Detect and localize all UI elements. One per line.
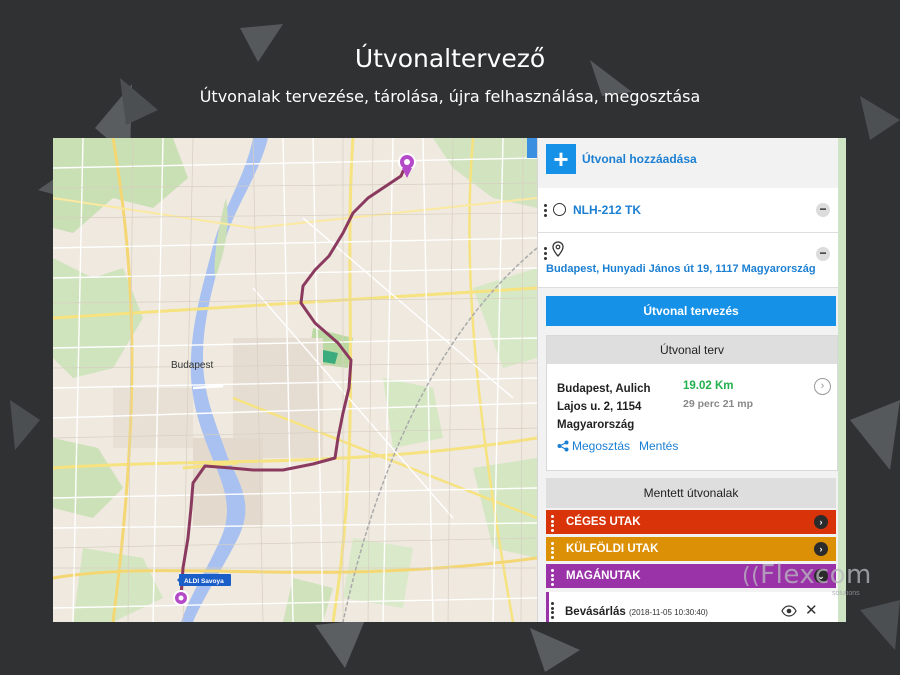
drag-handle-icon[interactable] (551, 602, 554, 620)
waypoint-start[interactable]: NLH-212 TK − (538, 188, 838, 233)
brand-name: Flexcom (760, 560, 872, 590)
pin-icon (552, 241, 564, 257)
add-route-row[interactable]: + Útvonal hozzáadása (546, 144, 697, 174)
drag-handle-icon[interactable] (551, 569, 554, 587)
remove-waypoint-button[interactable]: − (816, 203, 830, 217)
drag-handle-icon[interactable] (551, 542, 554, 560)
remove-waypoint-button[interactable]: − (816, 247, 830, 261)
category-label[interactable]: MAGÁNUTAK (566, 564, 641, 588)
brand-watermark: ((Flexcom (742, 560, 872, 590)
save-button[interactable]: Mentés (639, 439, 678, 453)
brand-tagline: solutions (832, 590, 860, 597)
map-view[interactable]: ALDI Savoya Budapest (53, 138, 537, 622)
eye-icon[interactable] (781, 605, 797, 617)
category-foreign-trips[interactable]: KÜLFÖLDI UTAK › (546, 537, 836, 561)
saved-route-item[interactable]: Bevásárlás (2018-11-05 10:30:40) ✕ (546, 592, 838, 622)
add-route-button[interactable]: + (546, 144, 576, 174)
aldi-marker[interactable]: ALDI Savoya (177, 574, 231, 586)
circle-icon (553, 203, 566, 216)
page-title: Útvonaltervező (354, 44, 546, 73)
waypoint-end[interactable]: Budapest, Hunyadi János út 19, 1117 Magy… (538, 233, 838, 288)
plan-route-button[interactable]: Útvonal tervezés (546, 296, 836, 326)
chevron-right-icon[interactable]: › (814, 515, 828, 529)
chevron-right-icon[interactable]: › (814, 378, 831, 395)
saved-routes-header: Mentett útvonalak (546, 478, 836, 508)
route-duration: 29 perc 21 mp (683, 398, 754, 410)
drag-handle-icon[interactable] (544, 247, 547, 262)
route-panel: + Útvonal hozzáadása NLH-212 TK − Budape… (537, 138, 838, 622)
map-city-label: Budapest (171, 360, 213, 371)
close-icon[interactable]: ✕ (805, 601, 818, 619)
map-edge-strip (838, 138, 846, 622)
waypoint-start-label[interactable]: NLH-212 TK (573, 203, 641, 217)
add-route-label[interactable]: Útvonal hozzáadása (582, 152, 697, 166)
category-label[interactable]: KÜLFÖLDI UTAK (566, 537, 658, 561)
category-company-trips[interactable]: CÉGES UTAK › (546, 510, 836, 534)
saved-route-title[interactable]: Bevásárlás (2018-11-05 10:30:40) (565, 606, 708, 618)
share-button[interactable]: Megosztás (557, 439, 630, 453)
drag-handle-icon[interactable] (544, 204, 547, 219)
route-plan-header: Útvonal terv (547, 336, 837, 364)
page-subtitle: Útvonalak tervezése, tárolása, újra felh… (199, 87, 701, 106)
route-plan-card: Útvonal terv Budapest, Aulich Lajos u. 2… (546, 335, 838, 471)
chevron-right-icon[interactable]: › (814, 542, 828, 556)
map-canvas[interactable]: ALDI Savoya Budapest (53, 138, 537, 622)
drag-handle-icon[interactable] (551, 515, 554, 533)
route-distance: 19.02 Km (683, 380, 734, 392)
category-label[interactable]: CÉGES UTAK (566, 510, 641, 534)
route-end-marker[interactable] (173, 590, 189, 606)
saved-route-date: (2018-11-05 10:30:40) (628, 608, 708, 617)
aldi-marker-label: ALDI Savoya (184, 578, 224, 585)
waypoint-end-label[interactable]: Budapest, Hunyadi János út 19, 1117 Magy… (546, 263, 816, 275)
share-label[interactable]: Megosztás (572, 439, 630, 453)
share-icon (557, 440, 569, 452)
route-plan-address: Budapest, Aulich Lajos u. 2, 1154 Magyar… (557, 383, 651, 431)
wifi-logo-icon: (( (742, 564, 761, 589)
app-screen: ALDI Savoya Budapest + Útvonal hozzáadás… (53, 138, 846, 622)
